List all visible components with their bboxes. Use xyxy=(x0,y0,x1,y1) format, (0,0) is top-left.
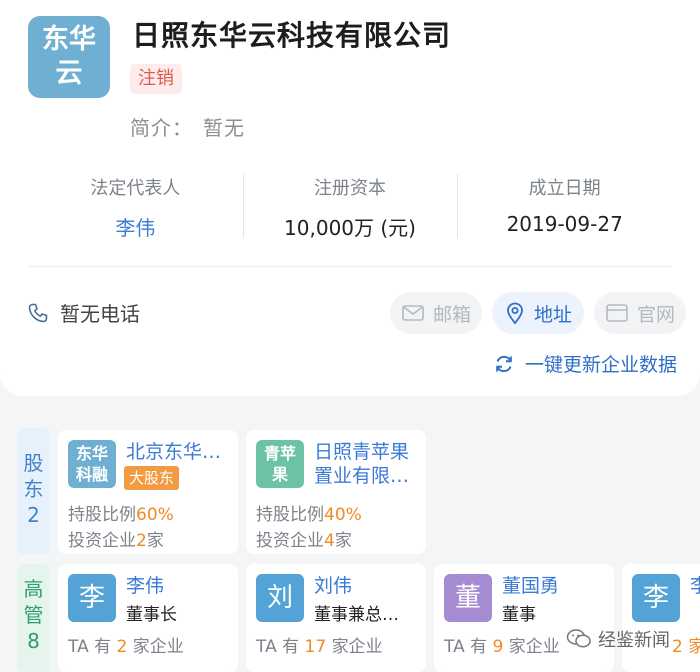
intro-value: 暂无 xyxy=(203,116,245,140)
divider xyxy=(28,266,672,267)
invested-companies: 投资企业4家 xyxy=(256,526,352,551)
company-intro: 简介： 暂无 xyxy=(130,112,245,141)
ta-prefix: TA 有 xyxy=(444,637,488,657)
executive-role: 董事 xyxy=(502,605,536,625)
shareholder-card[interactable]: 东华 科融 北京东华… 大股东 持股比例60% 投资企业2家 xyxy=(58,430,238,554)
refresh-icon xyxy=(496,355,512,372)
ta-prefix: TA 有 xyxy=(256,637,300,657)
watermark: 经鉴新闻 xyxy=(566,626,670,652)
ratio-value: 60% xyxy=(136,505,174,525)
invest-count: 2 xyxy=(136,531,147,551)
email-button[interactable]: 邮箱 xyxy=(390,292,482,334)
stat-label: 成立日期 xyxy=(528,178,601,199)
address-button[interactable]: 地址 xyxy=(492,292,584,334)
company-name: 日照东华云科技有限公司 xyxy=(132,19,452,52)
name-line: 日照青苹果 xyxy=(314,441,410,463)
executive-card[interactable]: 董 董国勇 董事 TA 有 9 家企业 xyxy=(434,564,614,672)
shareholder-card[interactable]: 青苹果 日照青苹果 置业有限… 持股比例40% 投资企业4家 xyxy=(246,430,426,554)
holding-ratio: 持股比例60% xyxy=(68,500,174,525)
status-badge: 注销 xyxy=(130,64,182,94)
website-button[interactable]: 官网 xyxy=(594,292,686,334)
stat-label: 法定代表人 xyxy=(90,178,181,199)
stat-registered-capital: 注册资本 10,000万 (元) xyxy=(242,172,458,240)
address-label: 地址 xyxy=(533,303,572,326)
executive-companies: TA 有 2 家企业 xyxy=(68,632,184,657)
phone-text: 暂无电话 xyxy=(60,302,140,326)
stat-founded-date: 成立日期 2019-09-27 xyxy=(457,172,672,240)
executive-avatar: 刘 xyxy=(256,574,304,622)
watermark-text: 经鉴新闻 xyxy=(598,630,670,651)
logo-line2: 云 xyxy=(55,58,83,89)
shareholder-avatar: 东华 科融 xyxy=(68,440,116,488)
executive-role: 董事长 xyxy=(126,605,177,625)
refresh-label: 一键更新企业数据 xyxy=(525,354,678,376)
ratio-label: 持股比例 xyxy=(68,505,136,525)
stat-legal-rep: 法定代表人 李伟 xyxy=(28,172,243,240)
company-count: 9 xyxy=(492,637,504,657)
invest-label: 投资企业 xyxy=(256,531,324,551)
executive-avatar: 董 xyxy=(444,574,492,622)
ta-prefix: TA 有 xyxy=(68,637,112,657)
company-count: 2 xyxy=(116,637,128,657)
executive-avatar: 李 xyxy=(68,574,116,622)
executive-card[interactable]: 刘 刘伟 董事兼总… TA 有 17 家企业 xyxy=(246,564,426,672)
ratio-value: 40% xyxy=(324,505,362,525)
executives-tag-text: 高管8 xyxy=(23,577,44,653)
shareholders-tag-text: 股东2 xyxy=(23,451,44,527)
ta-suffix: 家企业 xyxy=(132,637,184,657)
executive-companies: TA 有 9 家企业 xyxy=(444,632,560,657)
shareholders-tab[interactable]: 股东2 xyxy=(17,428,50,554)
company-header-card: 东华云 日照东华云科技有限公司 注销 简介： 暂无 法定代表人 李伟 注册资本 1… xyxy=(0,0,700,396)
executive-companies: 2 家 xyxy=(672,632,700,657)
executive-name: 董国勇 xyxy=(502,575,560,597)
executives-tab[interactable]: 高管8 xyxy=(17,564,50,672)
wechat-icon xyxy=(566,629,591,648)
company-count: 17 xyxy=(304,637,327,657)
executive-name: 李 xyxy=(690,575,700,597)
invest-unit: 家 xyxy=(146,531,164,551)
stat-label: 注册资本 xyxy=(314,178,386,199)
executive-role: 董事兼总… xyxy=(314,605,399,625)
name-line: 置业有限… xyxy=(314,465,410,487)
major-shareholder-badge: 大股东 xyxy=(124,466,180,490)
stat-value: 10,000万 (元) xyxy=(284,216,416,240)
logo-line1: 东华 xyxy=(42,24,96,55)
shareholder-avatar: 青苹果 xyxy=(256,440,304,488)
shareholder-name: 日照青苹果 置业有限… xyxy=(314,440,409,488)
executive-card-partial[interactable]: 李 李 2 家 xyxy=(622,564,700,672)
invest-unit: 家 xyxy=(334,531,352,551)
executive-name: 李伟 xyxy=(126,575,165,597)
shareholder-name: 北京东华… xyxy=(126,441,222,463)
legal-rep-link[interactable]: 李伟 xyxy=(28,212,243,241)
phone-row[interactable]: 暂无电话 xyxy=(26,298,140,327)
browser-icon xyxy=(606,304,628,322)
mail-icon xyxy=(402,305,424,321)
executive-companies: TA 有 17 家企业 xyxy=(256,632,383,657)
ta-suffix: 家企业 xyxy=(331,637,383,657)
website-label: 官网 xyxy=(636,303,675,326)
location-pin-icon xyxy=(507,302,523,325)
key-stats: 法定代表人 李伟 注册资本 10,000万 (元) 成立日期 2019-09-2… xyxy=(28,172,672,240)
executive-card[interactable]: 李 李伟 董事长 TA 有 2 家企业 xyxy=(58,564,238,672)
executive-avatar: 李 xyxy=(632,574,680,622)
phone-icon xyxy=(28,303,48,322)
invest-label: 投资企业 xyxy=(68,531,136,551)
invested-companies: 投资企业2家 xyxy=(68,526,164,551)
ta-suffix: 家企业 xyxy=(508,637,560,657)
company-count: 2 家 xyxy=(672,637,700,657)
stat-value: 2019-09-27 xyxy=(506,212,623,236)
ratio-label: 持股比例 xyxy=(256,505,324,525)
intro-label: 简介： xyxy=(130,116,193,140)
refresh-data-button[interactable]: 一键更新企业数据 xyxy=(493,350,677,377)
executive-name: 刘伟 xyxy=(314,575,353,597)
email-label: 邮箱 xyxy=(432,303,471,326)
invest-count: 4 xyxy=(324,531,335,551)
holding-ratio: 持股比例40% xyxy=(256,500,362,525)
company-logo: 东华云 xyxy=(28,16,110,98)
